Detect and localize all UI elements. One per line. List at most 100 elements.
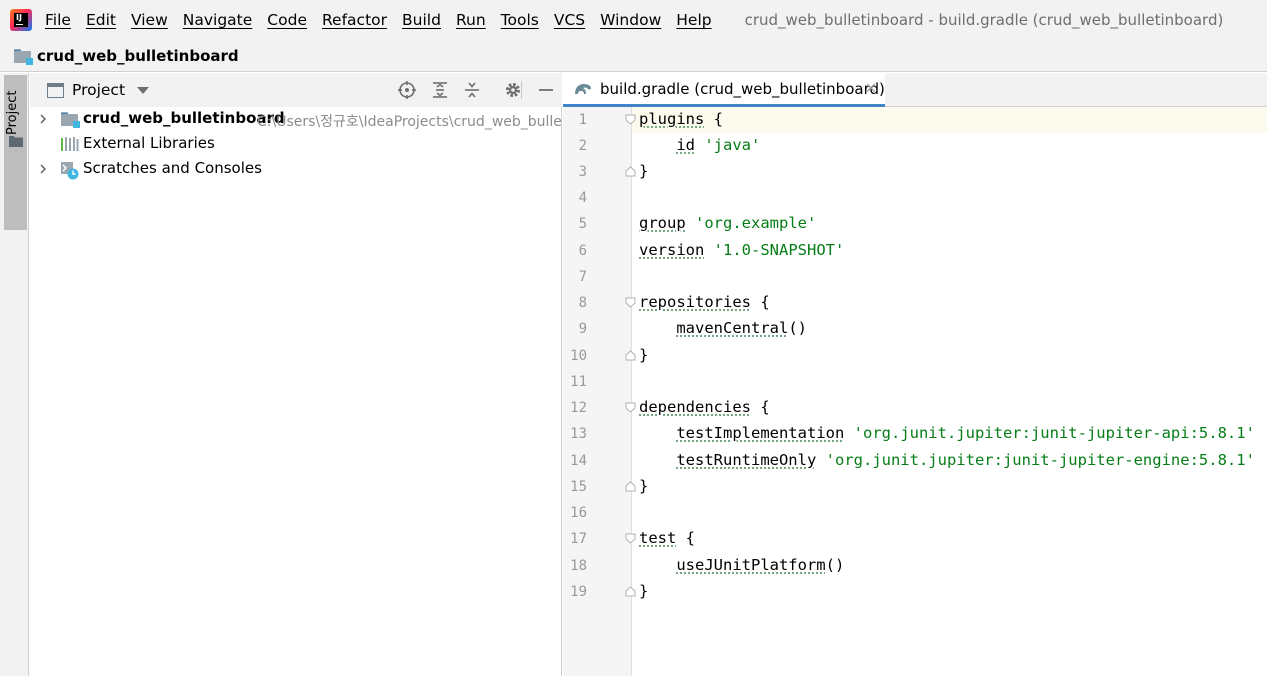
fold-end-icon[interactable] (625, 166, 636, 177)
code-line: } (639, 582, 648, 600)
line-number: 11 (570, 374, 587, 390)
code-line: } (639, 162, 648, 180)
fold-open-icon[interactable] (625, 297, 636, 308)
module-folder-icon (14, 48, 33, 65)
tree-item-label: Scratches and Consoles (83, 159, 262, 177)
code-keyword: mavenCentral (676, 319, 789, 337)
code-line: id 'java' (639, 136, 760, 154)
menu-help[interactable]: Help (676, 11, 711, 29)
project-tree: crud_web_bulletinboard C:\Users\정규호\Idea… (30, 107, 562, 676)
intellij-logo-icon[interactable]: IJ (10, 9, 32, 31)
chevron-down-icon[interactable] (137, 86, 150, 94)
menu-navigate[interactable]: Navigate (183, 11, 253, 29)
menu-edit[interactable]: Edit (86, 11, 116, 29)
code-string: '1.0-SNAPSHOT' (713, 241, 845, 259)
code-line: test { (639, 529, 695, 547)
code-text: () (825, 556, 845, 574)
code-line: testRuntimeOnly 'org.junit.jupiter:junit… (639, 451, 1255, 469)
code-keyword: plugins (639, 110, 705, 128)
libraries-icon (61, 137, 79, 151)
locate-icon[interactable] (397, 80, 417, 100)
fold-end-icon[interactable] (625, 350, 636, 361)
code-text: { (750, 293, 770, 311)
project-view-title[interactable]: Project (72, 81, 125, 99)
line-number: 4 (578, 190, 587, 206)
menu-vcs[interactable]: VCS (554, 11, 585, 29)
navigation-bar: crud_web_bulletinboard (0, 40, 1267, 72)
line-number: 12 (570, 400, 587, 416)
code-string: 'org.junit.jupiter:junit-jupiter-engine:… (825, 451, 1255, 469)
code-keyword: test (639, 529, 677, 547)
gear-icon[interactable] (503, 80, 523, 100)
line-number: 8 (578, 295, 587, 311)
code-keyword: repositories (639, 293, 751, 311)
line-number: 9 (578, 321, 587, 337)
line-number: 14 (570, 453, 587, 469)
close-icon[interactable]: ✕ (865, 81, 877, 97)
line-number: 3 (578, 164, 587, 180)
project-tool-window-label: Project (5, 90, 20, 135)
menu-file[interactable]: File (45, 11, 71, 29)
chevron-right-icon[interactable] (38, 163, 48, 175)
tree-item-project-root[interactable]: crud_web_bulletinboard C:\Users\정규호\Idea… (30, 107, 562, 132)
scratches-icon (61, 162, 79, 180)
code-text: () (788, 319, 807, 337)
line-number: 7 (578, 269, 587, 285)
folder-icon (9, 136, 23, 147)
line-number: 18 (570, 558, 587, 574)
breadcrumb-project[interactable]: crud_web_bulletinboard (37, 47, 239, 65)
menu-window[interactable]: Window (600, 11, 661, 29)
code-line: dependencies { (639, 398, 770, 416)
code-editor[interactable] (632, 107, 1267, 676)
line-number: 10 (570, 348, 587, 364)
menu-bar: IJ File Edit View Navigate Code Refactor… (0, 0, 1267, 40)
tree-item-scratches[interactable]: Scratches and Consoles (30, 157, 561, 182)
menu-build[interactable]: Build (402, 11, 441, 29)
code-line: group 'org.example' (639, 214, 816, 232)
code-line: version '1.0-SNAPSHOT' (639, 241, 844, 259)
code-text: { (676, 529, 695, 547)
code-keyword: dependencies (639, 398, 751, 416)
code-line: mavenCentral() (639, 319, 807, 337)
code-line: plugins { (639, 110, 723, 128)
code-keyword: testRuntimeOnly (676, 451, 817, 469)
line-number: 13 (570, 426, 587, 442)
collapse-all-icon[interactable] (462, 80, 482, 100)
project-tool-window-button[interactable]: Project (4, 75, 27, 230)
code-keyword: group (639, 214, 686, 232)
menu-run[interactable]: Run (456, 11, 486, 29)
chevron-right-icon[interactable] (38, 113, 48, 125)
tree-item-label: crud_web_bulletinboard (83, 109, 285, 127)
fold-end-icon[interactable] (625, 481, 636, 492)
expand-all-icon[interactable] (430, 80, 450, 100)
code-text: } (639, 346, 649, 364)
code-line: } (639, 346, 648, 364)
code-keyword: version (639, 241, 705, 259)
code-text: } (639, 582, 649, 600)
tab-build-gradle[interactable]: build.gradle (crud_web_bulletinboard) ✕ (563, 73, 885, 107)
line-number: 1 (578, 112, 587, 128)
fold-open-icon[interactable] (625, 402, 636, 413)
tab-label: build.gradle (crud_web_bulletinboard) (600, 79, 885, 98)
code-line: testImplementation 'org.junit.jupiter:ju… (639, 424, 1255, 442)
fold-end-icon[interactable] (625, 586, 636, 597)
line-number: 16 (570, 505, 587, 521)
editor-tab-bar: build.gradle (crud_web_bulletinboard) ✕ (563, 73, 1267, 107)
line-number: 6 (578, 243, 587, 259)
tree-item-path: C:\Users\정규호\IdeaProjects\crud_web_bulle… (257, 114, 562, 130)
fold-open-icon[interactable] (625, 533, 636, 544)
menu-refactor[interactable]: Refactor (322, 11, 387, 29)
line-number: 2 (578, 138, 587, 154)
window-title: crud_web_bulletinboard - build.gradle (c… (744, 11, 1224, 29)
menu-view[interactable]: View (131, 11, 168, 29)
menu-code[interactable]: Code (267, 11, 307, 29)
project-panel-header: Project (30, 73, 562, 107)
tree-item-label: External Libraries (83, 134, 215, 152)
hide-icon[interactable] (536, 80, 556, 100)
gradle-icon (575, 83, 591, 94)
fold-open-icon[interactable] (625, 114, 636, 125)
code-string: 'org.example' (695, 214, 817, 232)
tree-item-external-libraries[interactable]: External Libraries (30, 132, 561, 157)
left-tool-stripe: Project (0, 73, 29, 676)
menu-tools[interactable]: Tools (501, 11, 539, 29)
